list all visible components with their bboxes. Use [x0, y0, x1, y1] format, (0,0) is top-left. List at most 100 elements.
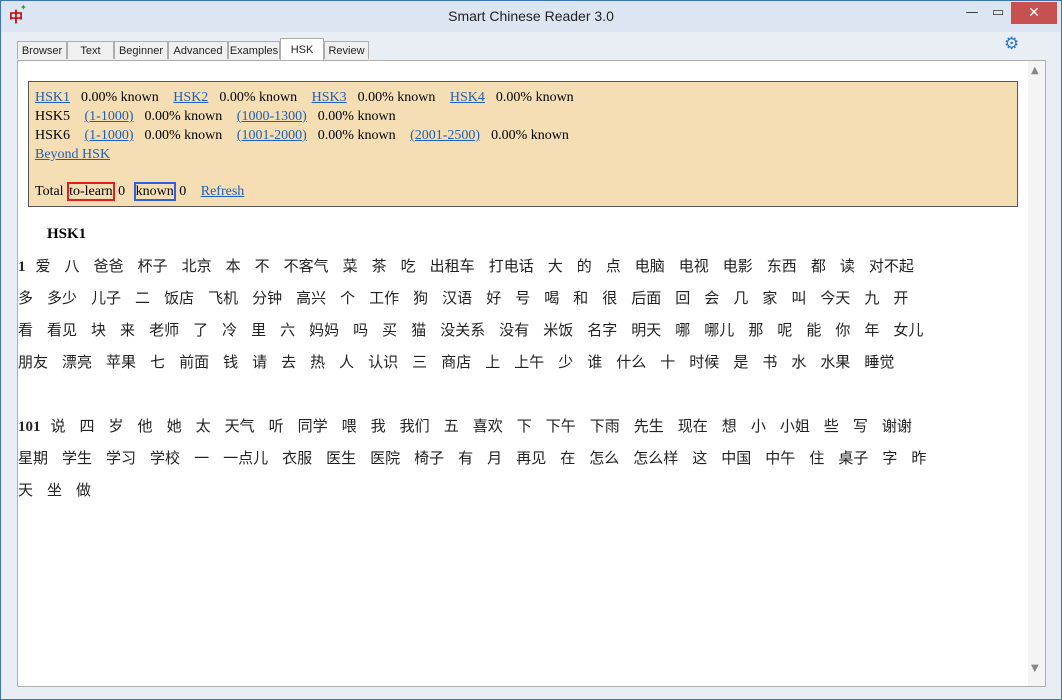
hsk-word[interactable]: 人	[339, 353, 354, 371]
hsk-word[interactable]: 学校	[150, 449, 180, 467]
hsk-word[interactable]: 哪儿	[704, 321, 734, 339]
hsk-word[interactable]: 看	[18, 321, 33, 339]
beyond-hsk-link[interactable]: Beyond HSK	[35, 147, 110, 162]
hsk-word[interactable]: 书	[762, 353, 777, 371]
hsk-word[interactable]: 点	[606, 257, 621, 275]
hsk-word[interactable]: 杯子	[138, 257, 168, 275]
hsk-word[interactable]: 去	[281, 353, 296, 371]
refresh-link[interactable]: Refresh	[201, 184, 245, 199]
hsk-word[interactable]: 工作	[369, 289, 399, 307]
hsk-word[interactable]: 哪	[675, 321, 690, 339]
hsk-word[interactable]: 中午	[765, 449, 795, 467]
hsk-word[interactable]: 不	[255, 257, 270, 275]
hsk6-range-2-link[interactable]: (1001-2000)	[237, 128, 307, 143]
hsk-word[interactable]: 会	[704, 289, 719, 307]
minimize-button[interactable]: —	[959, 2, 985, 24]
hsk-word[interactable]: 下	[517, 417, 532, 435]
tab-beginner[interactable]: Beginner	[114, 41, 168, 59]
hsk-word[interactable]: 都	[811, 257, 826, 275]
hsk6-range-3-link[interactable]: (2001-2500)	[410, 128, 480, 143]
gear-icon[interactable]: ⚙	[1004, 34, 1019, 54]
hsk-word[interactable]: 猫	[411, 321, 426, 339]
hsk-word[interactable]: 天气	[225, 417, 255, 435]
hsk-word[interactable]: 是	[733, 353, 748, 371]
hsk-word[interactable]: 坐	[47, 481, 62, 499]
scroll-down-icon[interactable]: ▼	[1031, 663, 1039, 674]
hsk5-range-1-link[interactable]: (1-1000)	[85, 109, 134, 124]
vertical-scrollbar[interactable]: ▲ ▼	[1028, 61, 1045, 686]
hsk-word[interactable]: 一点儿	[223, 449, 268, 467]
hsk-word[interactable]: 学习	[106, 449, 136, 467]
hsk-word[interactable]: 本	[226, 257, 241, 275]
hsk-word[interactable]: 住	[809, 449, 824, 467]
hsk-word[interactable]: 你	[835, 321, 850, 339]
hsk-word[interactable]: 号	[515, 289, 530, 307]
hsk-word[interactable]: 回	[675, 289, 690, 307]
hsk-word[interactable]: 上	[485, 353, 500, 371]
hsk-word[interactable]: 呢	[777, 321, 792, 339]
hsk-word[interactable]: 电脑	[635, 257, 665, 275]
hsk-word[interactable]: 二	[135, 289, 150, 307]
hsk-word[interactable]: 汉语	[442, 289, 472, 307]
title-bar[interactable]: 中 ✦ Smart Chinese Reader 3.0 — ▭ ✕	[1, 1, 1061, 32]
known-tag[interactable]: known	[133, 182, 176, 201]
hsk-word[interactable]: 买	[382, 321, 397, 339]
hsk-word[interactable]: 不客气	[284, 257, 329, 275]
hsk-word[interactable]: 了	[193, 321, 208, 339]
hsk-word[interactable]: 太	[196, 417, 211, 435]
hsk-word[interactable]: 六	[280, 321, 295, 339]
hsk-word[interactable]: 打电话	[489, 257, 534, 275]
to-learn-tag[interactable]: to-learn	[67, 182, 115, 201]
hsk-word[interactable]: 家	[762, 289, 777, 307]
close-button[interactable]: ✕	[1011, 2, 1057, 24]
hsk-word[interactable]: 冷	[222, 321, 237, 339]
hsk-word[interactable]: 看见	[47, 321, 77, 339]
hsk-word[interactable]: 多	[18, 289, 33, 307]
hsk-word[interactable]: 几	[733, 289, 748, 307]
hsk-word[interactable]: 苹果	[106, 353, 136, 371]
hsk-word[interactable]: 谁	[587, 353, 602, 371]
tab-browser[interactable]: Browser	[17, 41, 67, 59]
hsk-word[interactable]: 狗	[413, 289, 428, 307]
hsk-word[interactable]: 下雨	[590, 417, 620, 435]
hsk-word[interactable]: 同学	[298, 417, 328, 435]
hsk-word[interactable]: 儿子	[91, 289, 121, 307]
hsk-word[interactable]: 医生	[326, 449, 356, 467]
hsk-word[interactable]: 小姐	[780, 417, 810, 435]
hsk-word[interactable]: 那	[748, 321, 763, 339]
hsk-word[interactable]: 来	[120, 321, 135, 339]
hsk-word[interactable]: 再见	[516, 449, 546, 467]
hsk-word[interactable]: 星期	[18, 449, 48, 467]
hsk-word[interactable]: 中国	[721, 449, 751, 467]
hsk-word[interactable]: 菜	[343, 257, 358, 275]
hsk-word[interactable]: 听	[269, 417, 284, 435]
hsk-word[interactable]: 谢谢	[882, 417, 912, 435]
hsk-word[interactable]: 老师	[149, 321, 179, 339]
hsk-word[interactable]: 三	[412, 353, 427, 371]
hsk-word[interactable]: 桌子	[838, 449, 868, 467]
hsk-word[interactable]: 五	[444, 417, 459, 435]
hsk4-link[interactable]: HSK4	[450, 90, 485, 105]
hsk-word[interactable]: 饭店	[164, 289, 194, 307]
hsk-word[interactable]: 爱	[36, 257, 51, 275]
hsk-word[interactable]: 先生	[634, 417, 664, 435]
hsk-word[interactable]: 个	[340, 289, 355, 307]
hsk-word[interactable]: 水	[791, 353, 806, 371]
hsk-word[interactable]: 明天	[631, 321, 661, 339]
hsk-word[interactable]: 请	[252, 353, 267, 371]
hsk-word[interactable]: 做	[76, 481, 91, 499]
hsk-word[interactable]: 北京	[182, 257, 212, 275]
hsk-word[interactable]: 在	[560, 449, 575, 467]
hsk-word[interactable]: 水果	[820, 353, 850, 371]
hsk-word[interactable]: 的	[577, 257, 592, 275]
hsk-word[interactable]: 块	[91, 321, 106, 339]
hsk-word[interactable]: 能	[806, 321, 821, 339]
hsk-word[interactable]: 一	[194, 449, 209, 467]
hsk-word[interactable]: 好	[486, 289, 501, 307]
hsk-word[interactable]: 医院	[370, 449, 400, 467]
hsk-word[interactable]: 开	[893, 289, 908, 307]
hsk-word[interactable]: 很	[602, 289, 617, 307]
hsk-word[interactable]: 分钟	[252, 289, 282, 307]
hsk-word[interactable]: 八	[65, 257, 80, 275]
hsk-word[interactable]: 什么	[616, 353, 646, 371]
